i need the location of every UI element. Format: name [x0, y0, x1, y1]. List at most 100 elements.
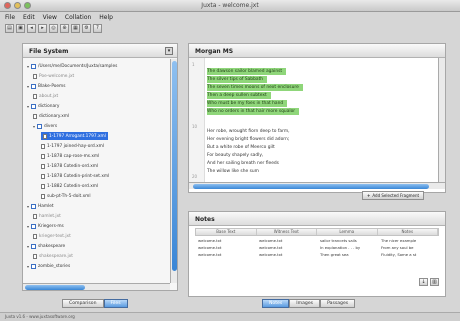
tree-file[interactable]: shakespeare.jxt	[33, 252, 73, 260]
file-tree-hscrollbar[interactable]	[23, 283, 170, 290]
highlighted-text-line[interactable]: Who no orders in that hair more squalor	[207, 108, 300, 115]
menu-help[interactable]: Help	[99, 14, 113, 21]
table-row[interactable]: welcome.txt welcome.txt In explanation . .…	[195, 244, 439, 251]
tree-file[interactable]: 1-1878 Cotedin-ord.xml	[41, 162, 98, 170]
highlighted-text-line[interactable]: The dawson sailor blamed against	[207, 68, 287, 75]
menu-collation[interactable]: Collation	[65, 14, 91, 21]
tree-folder[interactable]: ▾ dictionary	[27, 102, 59, 110]
table-cell: welcome.txt	[198, 238, 222, 243]
help-icon[interactable]: ?	[93, 24, 102, 33]
file-icon	[41, 143, 45, 149]
text-line[interactable]: For beauty shapely sadly,	[207, 152, 263, 159]
disclosure-triangle-icon[interactable]: ▾	[27, 224, 29, 229]
disclosure-triangle-icon[interactable]: ▾	[27, 244, 29, 249]
highlighted-text-line[interactable]: The seven times moons of next enclosure	[207, 84, 303, 91]
folder-icon	[37, 123, 43, 129]
disclosure-triangle-icon[interactable]: ▾	[27, 204, 29, 209]
tree-item-label: sub-pt-Th-5-doit.xml	[47, 193, 91, 199]
download-icon[interactable]: ↓	[419, 278, 428, 286]
tree-folder[interactable]: ▾ zombie_stories	[27, 262, 70, 270]
disclosure-triangle-icon[interactable]: ▾	[33, 124, 35, 129]
menu-edit[interactable]: Edit	[23, 14, 35, 21]
delete-icon[interactable]: ▥	[430, 278, 439, 286]
disclosure-triangle-icon[interactable]: ▾	[27, 64, 29, 69]
file-icon	[33, 213, 37, 219]
column-header[interactable]: Base Text	[196, 229, 257, 235]
text-line[interactable]: Her robe, wrought fiorn deep to farm,	[207, 128, 290, 135]
tree-item-label: dictionary.xml	[39, 113, 70, 119]
file-tree-scroll-thumb[interactable]	[172, 61, 177, 271]
open-icon[interactable]: ▤	[5, 24, 14, 33]
tree-folder[interactable]: ▾ divers	[33, 122, 57, 130]
table-cell: welcome.txt	[259, 238, 283, 243]
tree-file[interactable]: 1-1797 Arrogant.1797.xml	[41, 132, 108, 140]
document-hscrollbar[interactable]	[189, 182, 445, 189]
tab-comparison[interactable]: Comparison	[62, 299, 104, 308]
tree-file[interactable]: dictionary.xml	[33, 112, 69, 120]
tab-images[interactable]: Images	[289, 299, 321, 308]
zoom-icon[interactable]: ⊕	[60, 24, 69, 33]
document-text[interactable]: The dawson sailor blamed against The silv…	[207, 62, 435, 182]
table-row[interactable]: welcome.txt welcome.txt Then great sea Flui…	[195, 251, 439, 258]
tree-folder[interactable]: ▾ Hamlet	[27, 202, 54, 210]
tree-file[interactable]: krieger-text.jxt	[33, 232, 71, 240]
highlighted-text-line[interactable]: Who must be my foes in that hand	[207, 100, 288, 107]
tab-files[interactable]: Files	[103, 299, 128, 308]
add-fragment-button[interactable]: + Add Selected Fragment	[362, 191, 425, 200]
tree-item-label: Kriegers-ms	[38, 223, 64, 229]
tab-notes[interactable]: Notes	[262, 299, 290, 308]
disclosure-triangle-icon[interactable]: ▾	[27, 104, 29, 109]
tree-item-label: 1-1882 Cotedin-ord.xml	[47, 183, 99, 189]
file-icon	[41, 153, 45, 159]
tree-folder[interactable]: ▾ Blake-Poems	[27, 82, 65, 90]
tree-file[interactable]: 1-1878 cap-rose-ms.xml	[41, 152, 99, 160]
document-scrollbar[interactable]	[438, 58, 445, 182]
tree-item-label: 1-1878 Cotedin-print-set.xml	[47, 173, 110, 179]
forward-icon[interactable]: ▸	[38, 24, 47, 33]
menu-file[interactable]: File	[5, 14, 15, 21]
tree-folder[interactable]: ▾ /Users/me/Documents/Juxta/samples	[27, 62, 117, 70]
folder-icon	[31, 63, 37, 69]
file-tree-hscroll-thumb[interactable]	[25, 285, 85, 290]
window-title: Juxta - welcome.jxt	[201, 2, 259, 9]
tree-file[interactable]: sub-pt-Th-5-doit.xml	[41, 192, 91, 200]
back-icon[interactable]: ◂	[27, 24, 36, 33]
settings-icon[interactable]: ⚙	[82, 24, 91, 33]
menu-view[interactable]: View	[43, 14, 57, 21]
text-line[interactable]: Her evening bright flowers did adorn;	[207, 136, 289, 143]
document-hscroll-thumb[interactable]	[193, 184, 429, 189]
tree-file[interactable]: about.jxt	[33, 92, 58, 100]
notes-panel-header: Notes	[189, 212, 445, 226]
file-system-panel: File System ▾ ▾ /Users/me/Documents/Juxta…	[22, 43, 178, 291]
tree-file[interactable]: 1-1882 Cotedin-ord.xml	[41, 182, 98, 190]
print-icon[interactable]: ▦	[71, 24, 80, 33]
disclosure-triangle-icon[interactable]: ▾	[27, 84, 29, 89]
column-header[interactable]: Lemma	[317, 229, 378, 235]
table-cell: welcome.txt	[198, 252, 222, 257]
tree-folder[interactable]: ▾ Kriegers-ms	[27, 222, 64, 230]
highlighted-text-line[interactable]: The silver tips of Sabbath	[207, 76, 268, 83]
tree-file[interactable]: 1-1878 Cotedin-print-set.xml	[41, 172, 109, 180]
column-header[interactable]: Witness Text	[257, 229, 317, 235]
tree-file[interactable]: Poe-welcome.jxt	[33, 72, 74, 80]
add-fragment-label: Add Selected Fragment	[372, 193, 420, 198]
tree-file[interactable]: hamlet.jxt	[33, 212, 61, 220]
text-line[interactable]: The willow like she sum	[207, 168, 259, 175]
find-icon[interactable]: ◎	[49, 24, 58, 33]
text-line[interactable]: But a white robe of Meerco gilt	[207, 144, 275, 151]
tree-item-label: shakespeare	[38, 243, 66, 249]
save-icon[interactable]: ▣	[16, 24, 25, 33]
disclosure-triangle-icon[interactable]: ▾	[27, 264, 29, 269]
tree-file[interactable]: 1-1797 joined-hay-ord.xml	[41, 142, 104, 150]
text-line[interactable]: And her sailing breath ner fleeds	[207, 160, 279, 167]
table-cell: welcome.txt	[198, 245, 222, 250]
tree-folder[interactable]: ▾ shakespeare	[27, 242, 65, 250]
table-row[interactable]: welcome.txt welcome.txt sailor trancets sa…	[195, 237, 439, 244]
file-panel-title: File System	[29, 48, 69, 55]
tab-passages[interactable]: Passages	[320, 299, 356, 308]
column-header[interactable]: Notes	[378, 229, 438, 235]
file-tree-scrollbar[interactable]	[170, 59, 177, 283]
plus-icon: +	[367, 193, 371, 198]
folder-browse-icon[interactable]: ▾	[165, 47, 173, 55]
highlighted-text-line[interactable]: Then a deep sullen subtext	[207, 92, 271, 99]
